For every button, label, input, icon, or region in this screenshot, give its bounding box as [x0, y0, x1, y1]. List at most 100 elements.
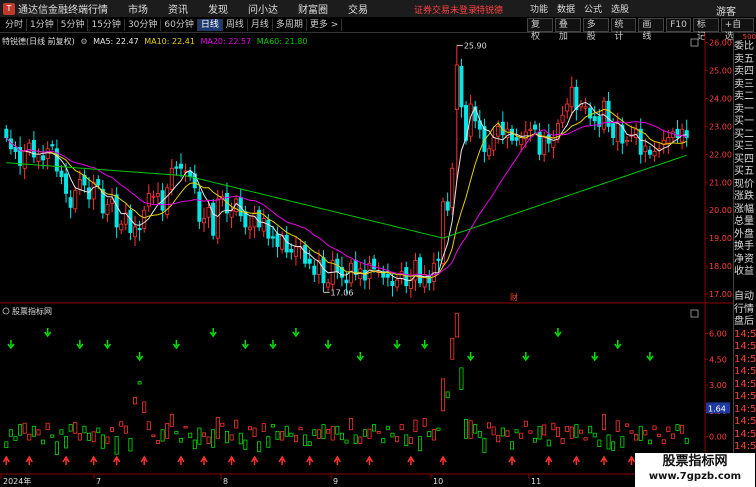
right-panel-item[interactable]: 14:50	[734, 341, 756, 354]
right-panel-item[interactable]: 14:50	[734, 354, 756, 367]
chart-area[interactable]: 26.00 25.00 24.00 23.00 22.00 21.00 20.00 19.00…	[0, 33, 733, 487]
sell-signal-arrow	[292, 328, 300, 338]
candle	[454, 64, 459, 111]
candle	[36, 153, 41, 162]
indicator-bar	[684, 437, 689, 444]
tool-button-1[interactable]: 叠加	[554, 18, 581, 42]
period-tab-1[interactable]: 1分钟	[27, 19, 58, 31]
right-panel-item: 总量	[734, 216, 754, 227]
period-tab-4[interactable]: 30分钟	[125, 19, 162, 31]
right-panel-item[interactable]: 14:50	[734, 391, 756, 404]
right-panel-item[interactable]: 14:50	[734, 441, 756, 454]
indicator-bar	[100, 434, 105, 449]
finance-marker[interactable]: 财	[510, 292, 518, 302]
buy-signal-arrow	[333, 455, 341, 465]
tool-button-3[interactable]: 统计	[610, 18, 637, 42]
menu-formula[interactable]: 公式	[584, 2, 602, 15]
tool-button-5[interactable]: F10	[666, 18, 691, 32]
menu-markets[interactable]: 市场	[128, 1, 148, 16]
candle	[13, 146, 18, 152]
indicator-bar	[151, 434, 156, 438]
tool-button-7[interactable]: +自选	[720, 18, 754, 42]
tool-button-0[interactable]: 复权	[527, 18, 553, 42]
indicator-bar	[441, 378, 446, 412]
period-tab-8[interactable]: 月线	[248, 19, 273, 31]
tool-button-4[interactable]: 画线	[638, 18, 665, 42]
price-annotation: 17.06	[331, 288, 354, 297]
indicator-settings-icon[interactable]	[2, 307, 10, 315]
menu-data[interactable]: 数据	[557, 2, 575, 15]
right-panel-item: 买一	[734, 116, 754, 127]
tool-button-6[interactable]: 标记	[692, 18, 719, 42]
period-tab-9[interactable]: 多周期	[273, 19, 307, 31]
settings-gear-icon[interactable]: ⚙	[80, 37, 87, 46]
indicator-bar	[583, 437, 588, 441]
period-tab-0[interactable]: 分时	[2, 19, 28, 31]
menu-wealth[interactable]: 财富圈	[298, 1, 328, 16]
candle	[119, 223, 124, 231]
indicator-bar	[519, 432, 524, 439]
indicator-bar	[372, 424, 377, 432]
indicator-bar	[8, 429, 13, 437]
period-tab-7[interactable]: 周线	[223, 19, 248, 31]
candle	[647, 149, 652, 155]
stock-tag[interactable]: 特锐德	[476, 3, 503, 16]
right-panel-item[interactable]: 14:50	[734, 429, 756, 442]
period-tab-10[interactable]: 更多 >	[307, 19, 343, 31]
right-panel-item[interactable]: 14:50	[734, 404, 756, 417]
period-tab-3[interactable]: 15分钟	[88, 19, 125, 31]
buy-signal-arrow	[25, 455, 33, 465]
menu-market[interactable]: 行情	[88, 1, 108, 16]
indicator-bar	[555, 426, 560, 438]
indicator-bar	[261, 423, 266, 432]
right-panel-item[interactable]: 14:50	[734, 329, 756, 342]
candle	[326, 282, 331, 288]
candle	[560, 114, 565, 123]
right-panel-item[interactable]: 行情	[734, 304, 756, 317]
indicator-bar	[376, 431, 381, 434]
period-tab-2[interactable]: 5分钟	[58, 19, 89, 31]
indicator-maximize-icon[interactable]	[690, 309, 699, 318]
indicator-bar	[431, 428, 436, 441]
right-panel-item[interactable]: 14:50	[734, 416, 756, 429]
candle	[114, 194, 119, 228]
right-panel-item[interactable]: 14:50	[734, 366, 756, 379]
menu-news[interactable]: 资讯	[168, 1, 188, 16]
tool-button-2[interactable]: 多股	[582, 18, 609, 42]
indicator-bar	[54, 441, 59, 455]
menu-function[interactable]: 功能	[530, 2, 548, 15]
period-tab-5[interactable]: 60分钟	[161, 19, 198, 31]
indicator-bar	[316, 429, 321, 439]
candle	[418, 257, 423, 284]
menu-screener[interactable]: 选股	[611, 2, 629, 15]
right-panel-item[interactable]: 自动	[734, 291, 756, 304]
candle	[307, 258, 312, 264]
maximize-icon[interactable]	[690, 38, 699, 47]
right-panel-item: 外盘	[734, 228, 754, 240]
indicator-bar	[413, 419, 418, 432]
menu-trade[interactable]: 交易	[348, 1, 368, 16]
indicator-bar	[592, 432, 597, 438]
right-panel-item: 涨幅	[734, 203, 754, 215]
price-tick-label: 26.00	[709, 39, 732, 48]
candle	[459, 65, 464, 108]
indicator-bar	[629, 430, 634, 434]
indicator-tick-label: 0.00	[709, 433, 727, 442]
indicator-bar	[509, 441, 515, 450]
indicator-bar	[64, 436, 69, 449]
menu-discover[interactable]: 发现	[208, 1, 228, 16]
right-panel-item: 买二	[734, 128, 754, 140]
candle	[312, 265, 317, 275]
sell-signal-arrow	[591, 352, 599, 362]
right-panel-item: 委比	[734, 41, 754, 52]
indicator-bar	[243, 439, 248, 450]
period-tab-6[interactable]: 日线	[197, 19, 223, 31]
sell-signal-arrow	[172, 340, 180, 350]
indicator-bar	[427, 431, 432, 438]
menu-ask[interactable]: 问小达	[248, 1, 278, 16]
login-warning[interactable]: 证券交易未登录	[414, 3, 477, 16]
watermark-title: 股票指标网	[662, 454, 728, 469]
right-panel-item[interactable]: 盘后	[734, 316, 756, 329]
guest-login[interactable]: 游客	[716, 3, 736, 18]
right-panel-item[interactable]: 14:50	[734, 379, 756, 392]
